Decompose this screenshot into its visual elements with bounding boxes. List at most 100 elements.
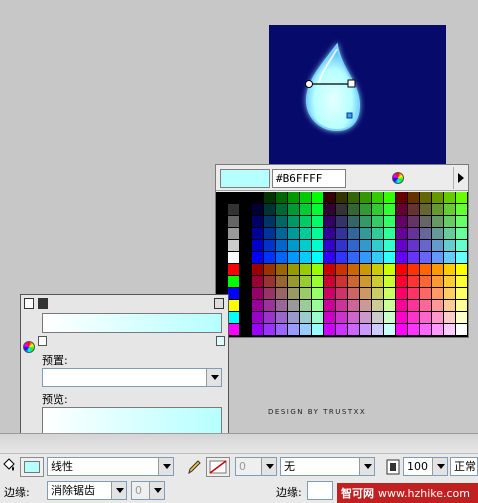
swatch-cell[interactable]	[348, 312, 359, 323]
swatch-cell[interactable]	[420, 264, 431, 275]
swatch-cell[interactable]	[228, 216, 239, 227]
swatch-cell[interactable]	[432, 228, 443, 239]
swatch-cell[interactable]	[408, 276, 419, 287]
swatch-cell[interactable]	[300, 264, 311, 275]
swatch-cell[interactable]	[432, 288, 443, 299]
swatch-cell[interactable]	[324, 288, 335, 299]
swatch-cell[interactable]	[288, 216, 299, 227]
swatch-cell[interactable]	[420, 252, 431, 263]
swatch-cell[interactable]	[408, 264, 419, 275]
swatch-cell[interactable]	[300, 216, 311, 227]
swatch-cell[interactable]	[276, 228, 287, 239]
swatch-cell[interactable]	[444, 276, 455, 287]
swatch-cell[interactable]	[312, 204, 323, 215]
swatch-cell[interactable]	[276, 312, 287, 323]
swatch-cell[interactable]	[456, 300, 467, 311]
swatch-cell[interactable]	[252, 324, 263, 335]
hex-color-input[interactable]: #B6FFFF	[272, 169, 346, 188]
swatch-cell[interactable]	[312, 312, 323, 323]
swatch-cell[interactable]	[360, 276, 371, 287]
swatch-cell[interactable]	[372, 192, 383, 203]
swatch-cell[interactable]	[444, 252, 455, 263]
swatch-cell[interactable]	[408, 228, 419, 239]
swatch-cell[interactable]	[360, 192, 371, 203]
swatch-cell[interactable]	[300, 276, 311, 287]
swatch-cell[interactable]	[288, 204, 299, 215]
stage-canvas[interactable]	[269, 25, 446, 167]
swatch-cell[interactable]	[300, 228, 311, 239]
swatch-cell[interactable]	[288, 240, 299, 251]
swatch-cell[interactable]	[420, 276, 431, 287]
swatch-cell[interactable]	[288, 228, 299, 239]
swatch-cell[interactable]	[336, 288, 347, 299]
swatch-cell[interactable]	[432, 216, 443, 227]
swatch-cell[interactable]	[408, 288, 419, 299]
swatch-cell[interactable]	[336, 252, 347, 263]
swatch-cell[interactable]	[228, 300, 239, 311]
swatch-cell[interactable]	[336, 300, 347, 311]
swatch-cell[interactable]	[288, 276, 299, 287]
swatch-cell[interactable]	[360, 288, 371, 299]
swatch-cell[interactable]	[348, 264, 359, 275]
swatch-cell[interactable]	[420, 204, 431, 215]
swatch-cell[interactable]	[252, 216, 263, 227]
swatch-cell[interactable]	[312, 192, 323, 203]
swatch-cell[interactable]	[348, 240, 359, 251]
swatch-cell[interactable]	[336, 192, 347, 203]
swatch-cell[interactable]	[408, 300, 419, 311]
swatch-cell[interactable]	[312, 300, 323, 311]
swatch-cell[interactable]	[264, 324, 275, 335]
swatch-cell[interactable]	[252, 192, 263, 203]
swatch-cell[interactable]	[444, 240, 455, 251]
swatch-cell[interactable]	[348, 216, 359, 227]
swatch-cell[interactable]	[228, 312, 239, 323]
swatch-cell[interactable]	[252, 204, 263, 215]
swatch-cell[interactable]	[372, 264, 383, 275]
swatch-cell[interactable]	[384, 192, 395, 203]
swatch-cell[interactable]	[348, 204, 359, 215]
swatch-cell[interactable]	[456, 264, 467, 275]
edge-number-select[interactable]: 0	[131, 481, 165, 500]
swatch-cell[interactable]	[228, 252, 239, 263]
swatch-cell[interactable]	[252, 240, 263, 251]
swatch-cell[interactable]	[456, 204, 467, 215]
swatch-cell[interactable]	[360, 252, 371, 263]
swatch-cell[interactable]	[456, 324, 467, 335]
preset-select[interactable]	[42, 368, 222, 387]
swatch-cell[interactable]	[288, 252, 299, 263]
swatch-cell[interactable]	[264, 192, 275, 203]
swatch-cell[interactable]	[324, 240, 335, 251]
swatch-cell[interactable]	[432, 264, 443, 275]
swatch-cell[interactable]	[348, 276, 359, 287]
swatch-cell[interactable]	[336, 276, 347, 287]
swatch-cell[interactable]	[432, 252, 443, 263]
swatch-cell[interactable]	[264, 288, 275, 299]
swatch-cell[interactable]	[444, 192, 455, 203]
swatch-cell[interactable]	[444, 288, 455, 299]
swatch-cell[interactable]	[228, 264, 239, 275]
swatch-cell[interactable]	[444, 312, 455, 323]
swatch-cell[interactable]	[372, 252, 383, 263]
swatch-cell[interactable]	[276, 204, 287, 215]
swatch-cell[interactable]	[384, 228, 395, 239]
swatch-cell[interactable]	[252, 228, 263, 239]
swatch-cell[interactable]	[348, 300, 359, 311]
swatch-cell[interactable]	[252, 252, 263, 263]
swatch-cell[interactable]	[288, 300, 299, 311]
chevron-down-icon[interactable]	[111, 482, 126, 499]
swatch-cell[interactable]	[408, 312, 419, 323]
swatch-menu-arrow-icon[interactable]	[453, 167, 467, 189]
swatch-cell[interactable]	[312, 252, 323, 263]
stroke-mode-icon[interactable]	[24, 298, 34, 309]
swatch-cell[interactable]	[456, 228, 467, 239]
swatch-cell[interactable]	[288, 312, 299, 323]
swatch-cell[interactable]	[396, 288, 407, 299]
stroke-color-button[interactable]	[206, 457, 230, 477]
swatch-cell[interactable]	[264, 312, 275, 323]
swatch-cell[interactable]	[444, 216, 455, 227]
swatch-cell[interactable]	[264, 252, 275, 263]
swatch-cell[interactable]	[420, 312, 431, 323]
swatch-cell[interactable]	[360, 312, 371, 323]
swatch-cell[interactable]	[300, 312, 311, 323]
swatch-cell[interactable]	[348, 288, 359, 299]
